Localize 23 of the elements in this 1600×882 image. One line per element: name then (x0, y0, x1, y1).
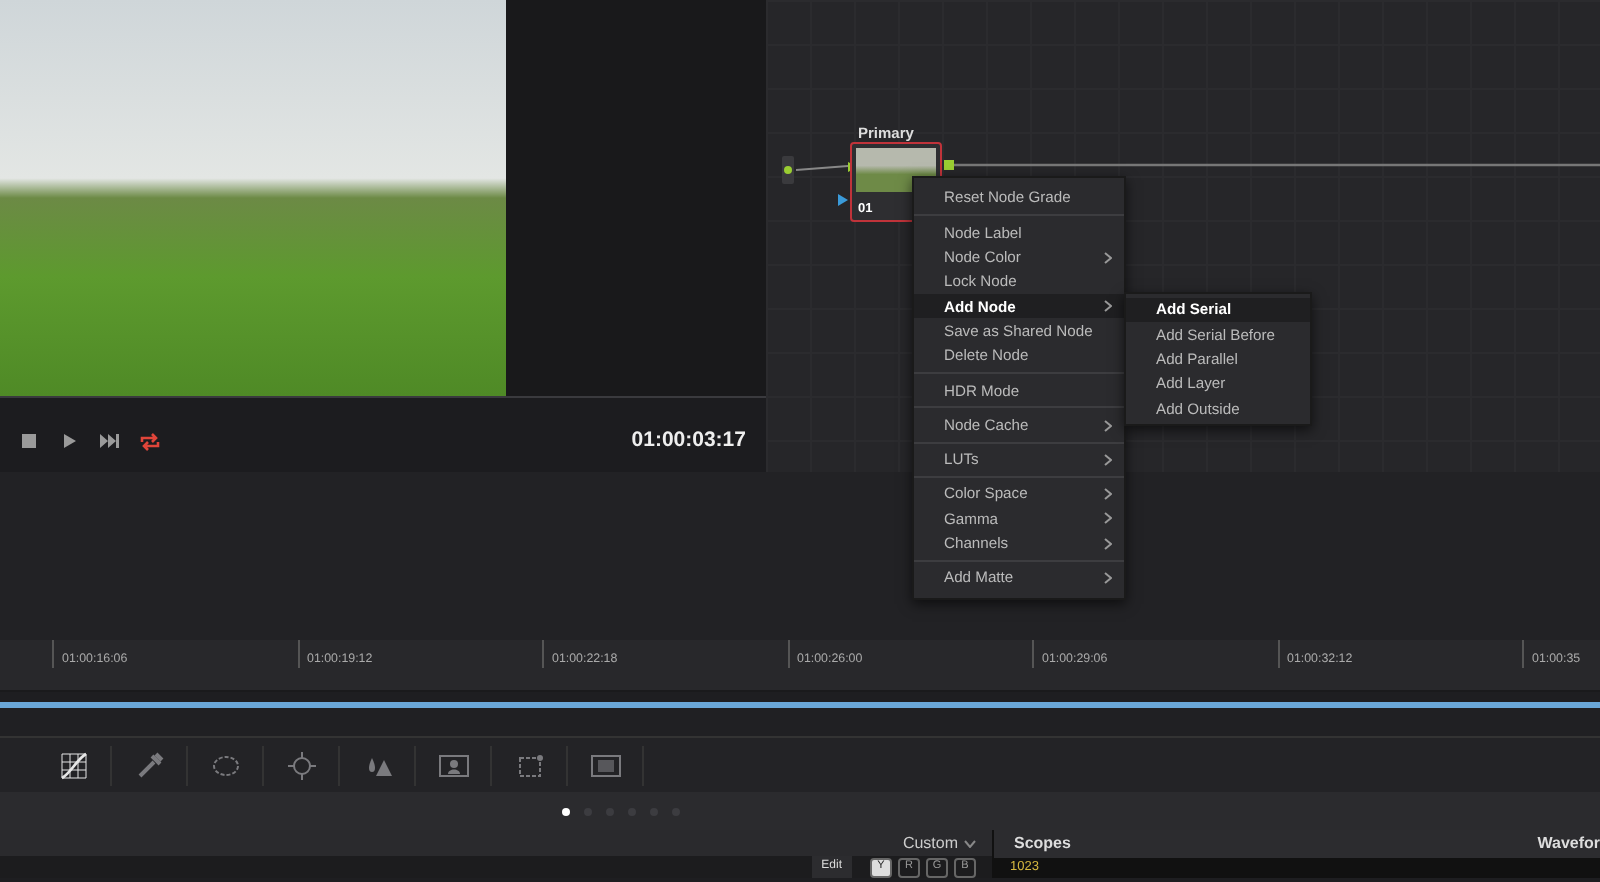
scope-type[interactable]: Wavefor (1537, 832, 1600, 857)
resize-icon[interactable] (513, 749, 545, 781)
eyedropper-icon[interactable] (133, 749, 165, 781)
play-icon[interactable] (60, 431, 80, 451)
skip-forward-icon[interactable] (100, 431, 120, 451)
target-icon[interactable] (285, 749, 317, 781)
input-arrow-icon (838, 194, 848, 206)
chevron-right-icon (1104, 572, 1112, 584)
stop-icon[interactable] (20, 431, 40, 451)
input-handle[interactable] (782, 156, 794, 184)
portrait-icon[interactable] (437, 749, 469, 781)
page-dot[interactable] (561, 807, 569, 815)
curves-icon[interactable] (57, 749, 89, 781)
chevron-right-icon (1104, 300, 1112, 313)
mode-dropdown[interactable]: Custom (886, 831, 964, 855)
chevron-right-icon (1104, 419, 1112, 432)
panel-icon[interactable] (589, 749, 621, 781)
timecode: 01:00:03:17 (631, 425, 746, 456)
chevron-right-icon (1104, 251, 1112, 264)
loop-icon[interactable] (140, 431, 160, 451)
chevron-down-icon[interactable] (964, 839, 976, 847)
panel-title: Scopes (1014, 832, 1071, 857)
chevron-right-icon (1104, 453, 1112, 466)
